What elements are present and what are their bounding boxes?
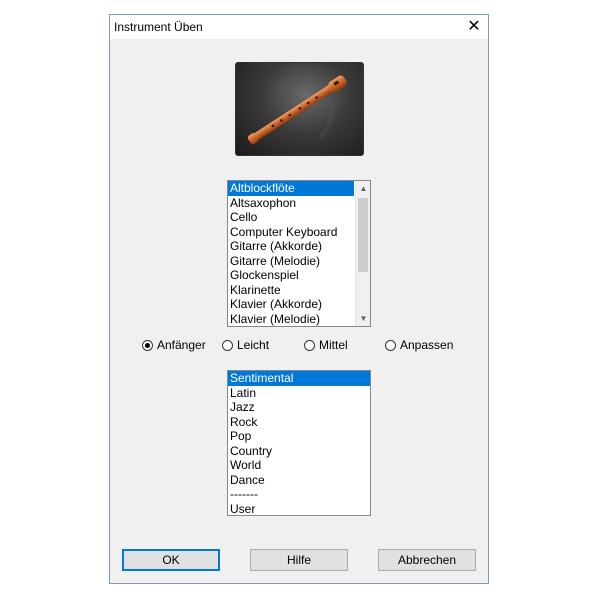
radio-button-icon [222, 339, 233, 351]
instrument-list-item[interactable]: Computer Keyboard [228, 225, 354, 240]
radio-anfaenger[interactable]: Anfänger [142, 337, 206, 353]
close-button[interactable]: ✕ [460, 15, 488, 39]
style-list-item[interactable]: Sentimental [228, 371, 370, 386]
ok-button[interactable]: OK [122, 549, 220, 571]
style-list-item[interactable]: Latin [228, 386, 370, 401]
style-list-item[interactable]: Pop [228, 429, 370, 444]
instrument-list-item[interactable]: Gitarre (Melodie) [228, 254, 354, 269]
style-list-item[interactable]: World [228, 458, 370, 473]
style-list-item[interactable]: Dance [228, 473, 370, 488]
style-list: Sentimental Latin Jazz Rock Pop Country World D… [228, 371, 370, 516]
scroll-down-icon[interactable]: ▼ [356, 311, 370, 326]
radio-label: Mittel [319, 338, 348, 352]
dialog-title: Instrument Üben [114, 20, 203, 34]
radio-label: Anpassen [400, 338, 454, 352]
instrument-list: Altblockflöte Altsaxophon Cello Computer Ke… [228, 181, 354, 326]
radio-leicht[interactable]: Leicht [222, 337, 269, 353]
help-button[interactable]: Hilfe [250, 549, 348, 571]
scroll-up-icon[interactable]: ▲ [356, 181, 370, 196]
instrument-list-item[interactable]: Altblockflöte [228, 181, 354, 196]
recorder-flute-image [247, 75, 347, 145]
instrument-preview-image [235, 62, 364, 156]
radio-button-icon [385, 339, 396, 351]
style-list-item[interactable]: Rock [228, 415, 370, 430]
instrument-practice-dialog: Instrument Üben ✕ Altblockflöte Altsaxop… [109, 14, 489, 584]
instrument-list-item[interactable]: Klavier (Akkorde) [228, 297, 354, 312]
radio-anpassen[interactable]: Anpassen [385, 337, 453, 353]
instrument-list-item[interactable]: Klavier (Melodie) [228, 312, 354, 327]
style-listbox[interactable]: Sentimental Latin Jazz Rock Pop Country World D… [227, 370, 371, 516]
style-list-item[interactable]: Jazz [228, 400, 370, 415]
radio-mittel[interactable]: Mittel [304, 337, 348, 353]
instrument-list-item[interactable]: Altsaxophon [228, 196, 354, 211]
instrument-list-item[interactable]: Gitarre (Akkorde) [228, 239, 354, 254]
instrument-list-item[interactable]: Klarinette [228, 283, 354, 298]
style-list-item[interactable]: User [228, 502, 370, 516]
radio-label: Anfänger [157, 338, 206, 352]
instrument-list-item[interactable]: Cello [228, 210, 354, 225]
style-list-item[interactable]: ------- [228, 487, 370, 502]
instrument-list-item[interactable]: Glockenspiel [228, 268, 354, 283]
cancel-button[interactable]: Abbrechen [378, 549, 476, 571]
close-icon: ✕ [467, 18, 481, 35]
radio-button-icon [142, 339, 153, 351]
radio-button-icon [304, 339, 315, 351]
style-list-item[interactable]: Country [228, 444, 370, 459]
instrument-scrollbar[interactable]: ▲ ▼ [355, 181, 370, 326]
scroll-thumb[interactable] [358, 198, 368, 272]
radio-label: Leicht [237, 338, 270, 352]
title-bar: Instrument Üben ✕ [110, 15, 488, 39]
instrument-listbox[interactable]: Altblockflöte Altsaxophon Cello Computer Ke… [227, 180, 371, 327]
